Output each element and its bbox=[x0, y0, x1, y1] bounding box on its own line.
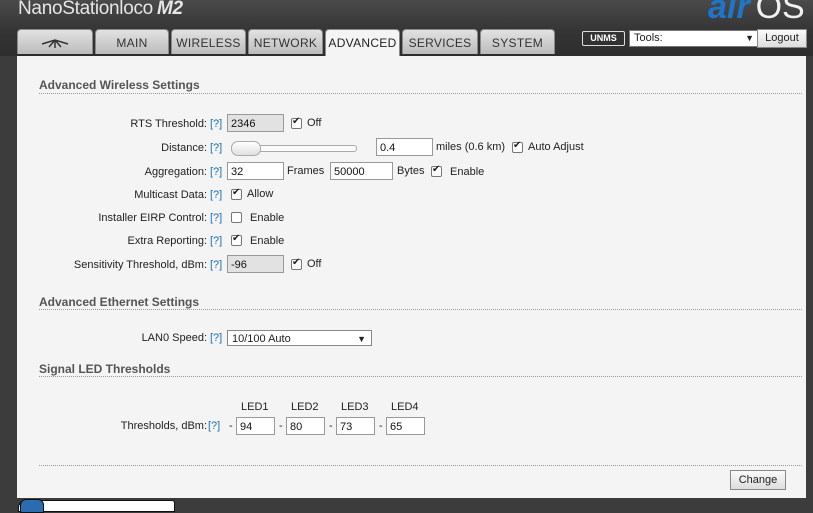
extra-reporting-checkbox[interactable] bbox=[231, 233, 242, 246]
installer-eirp-label: Installer EIRP Control: bbox=[98, 212, 207, 224]
tab-network[interactable]: NETWORK bbox=[248, 29, 323, 54]
frames-label: Frames bbox=[287, 165, 325, 177]
section-title-wireless: Advanced Wireless Settings bbox=[39, 78, 200, 92]
divider bbox=[39, 309, 802, 310]
sensitivity-threshold-label: Sensitivity Threshold, dBm: bbox=[73, 259, 207, 271]
help-link-multicast[interactable]: [?] bbox=[210, 189, 222, 201]
led2-header: LED2 bbox=[291, 401, 319, 413]
threshold-dash: - bbox=[329, 420, 333, 432]
unms-button[interactable]: UNMS bbox=[582, 31, 625, 46]
help-link-distance[interactable]: [?] bbox=[210, 142, 222, 154]
auto-adjust-label: Auto Adjust bbox=[528, 141, 584, 153]
led1-header: LED1 bbox=[241, 401, 269, 413]
aggregation-frames-input[interactable]: 32 bbox=[227, 162, 284, 180]
led3-threshold-input[interactable]: 73 bbox=[336, 417, 375, 435]
help-link-rts[interactable]: [?] bbox=[210, 118, 222, 130]
multicast-allow-checkbox[interactable] bbox=[231, 187, 242, 200]
chevron-down-icon: ▼ bbox=[745, 33, 754, 43]
help-link-extra-reporting[interactable]: [?] bbox=[210, 235, 222, 247]
led4-header: LED4 bbox=[391, 401, 419, 413]
extra-reporting-enable-label: Enable bbox=[250, 235, 285, 247]
multicast-data-label: Multicast Data: bbox=[134, 189, 207, 201]
shield-icon bbox=[20, 499, 44, 513]
lan0-speed-label: LAN0 Speed: bbox=[141, 332, 207, 344]
divider bbox=[39, 376, 802, 377]
sensitivity-threshold-input[interactable]: -96 bbox=[227, 255, 284, 273]
rts-off-checkbox[interactable] bbox=[291, 116, 302, 129]
header-bar: NanoStationloco M2 air OS MAIN WIRELESS NE… bbox=[0, 0, 813, 56]
tab-advanced[interactable]: ADVANCED bbox=[325, 29, 400, 56]
led3-header: LED3 bbox=[341, 401, 369, 413]
ubiquiti-logo-icon bbox=[41, 39, 69, 48]
help-link-eirp[interactable]: [?] bbox=[210, 212, 222, 224]
aggregation-enable-label: Enable bbox=[450, 166, 485, 178]
lan0-speed-select[interactable]: 10/100 Auto ▼ bbox=[227, 330, 372, 346]
auto-adjust-checkbox[interactable] bbox=[512, 140, 523, 153]
multicast-allow-label: Allow bbox=[247, 188, 274, 200]
section-title-ethernet: Advanced Ethernet Settings bbox=[39, 295, 200, 309]
rts-threshold-input[interactable]: 2346 bbox=[227, 114, 284, 132]
tab-system[interactable]: SYSTEM bbox=[480, 29, 555, 54]
tab-wireless[interactable]: WIRELESS bbox=[171, 29, 246, 54]
bytes-label: Bytes bbox=[397, 165, 425, 177]
led4-threshold-input[interactable]: 65 bbox=[386, 417, 425, 435]
airos-logo: air OS bbox=[708, 0, 805, 26]
aggregation-label: Aggregation: bbox=[144, 166, 207, 178]
chevron-down-icon: ▼ bbox=[357, 334, 366, 344]
threshold-dash: - bbox=[379, 420, 383, 432]
distance-label: Distance: bbox=[161, 142, 207, 154]
thresholds-label: Thresholds, dBm: bbox=[120, 420, 207, 432]
led2-threshold-input[interactable]: 80 bbox=[286, 417, 325, 435]
help-link-lan0[interactable]: [?] bbox=[210, 332, 222, 344]
installer-eirp-checkbox[interactable] bbox=[231, 212, 242, 223]
tab-main[interactable]: MAIN bbox=[95, 29, 169, 54]
aggregation-bytes-input[interactable]: 50000 bbox=[330, 162, 393, 180]
help-link-thresholds[interactable]: [?] bbox=[208, 420, 220, 432]
tab-services[interactable]: SERVICES bbox=[402, 29, 478, 54]
installer-eirp-enable-label: Enable bbox=[250, 212, 285, 224]
aggregation-enable-checkbox[interactable] bbox=[431, 164, 442, 177]
sensitivity-off-checkbox[interactable] bbox=[291, 257, 302, 270]
threshold-dash: - bbox=[229, 420, 233, 432]
tab-ubiquiti-home[interactable] bbox=[17, 29, 93, 54]
change-button[interactable]: Change bbox=[730, 470, 786, 490]
rts-off-label: Off bbox=[307, 117, 322, 129]
divider bbox=[39, 93, 802, 94]
help-link-sensitivity[interactable]: [?] bbox=[210, 259, 222, 271]
rts-threshold-label: RTS Threshold: bbox=[130, 118, 207, 130]
distance-input[interactable]: 0.4 bbox=[376, 138, 433, 156]
distance-slider-handle[interactable] bbox=[231, 141, 261, 156]
section-title-led: Signal LED Thresholds bbox=[39, 362, 171, 376]
settings-panel: Advanced Wireless Settings RTS Threshold… bbox=[17, 56, 806, 498]
divider bbox=[39, 465, 802, 466]
sensitivity-off-label: Off bbox=[307, 258, 322, 270]
threshold-dash: - bbox=[279, 420, 283, 432]
extra-reporting-label: Extra Reporting: bbox=[127, 235, 207, 247]
distance-unit: miles (0.6 km) bbox=[436, 141, 506, 153]
led1-threshold-input[interactable]: 94 bbox=[236, 417, 275, 435]
distance-slider[interactable] bbox=[231, 141, 357, 156]
tools-select[interactable]: Tools: ▼ bbox=[629, 30, 759, 47]
product-name: NanoStationloco M2 bbox=[18, 0, 183, 19]
logout-button[interactable]: Logout bbox=[757, 29, 807, 48]
help-link-aggregation[interactable]: [?] bbox=[210, 166, 222, 178]
